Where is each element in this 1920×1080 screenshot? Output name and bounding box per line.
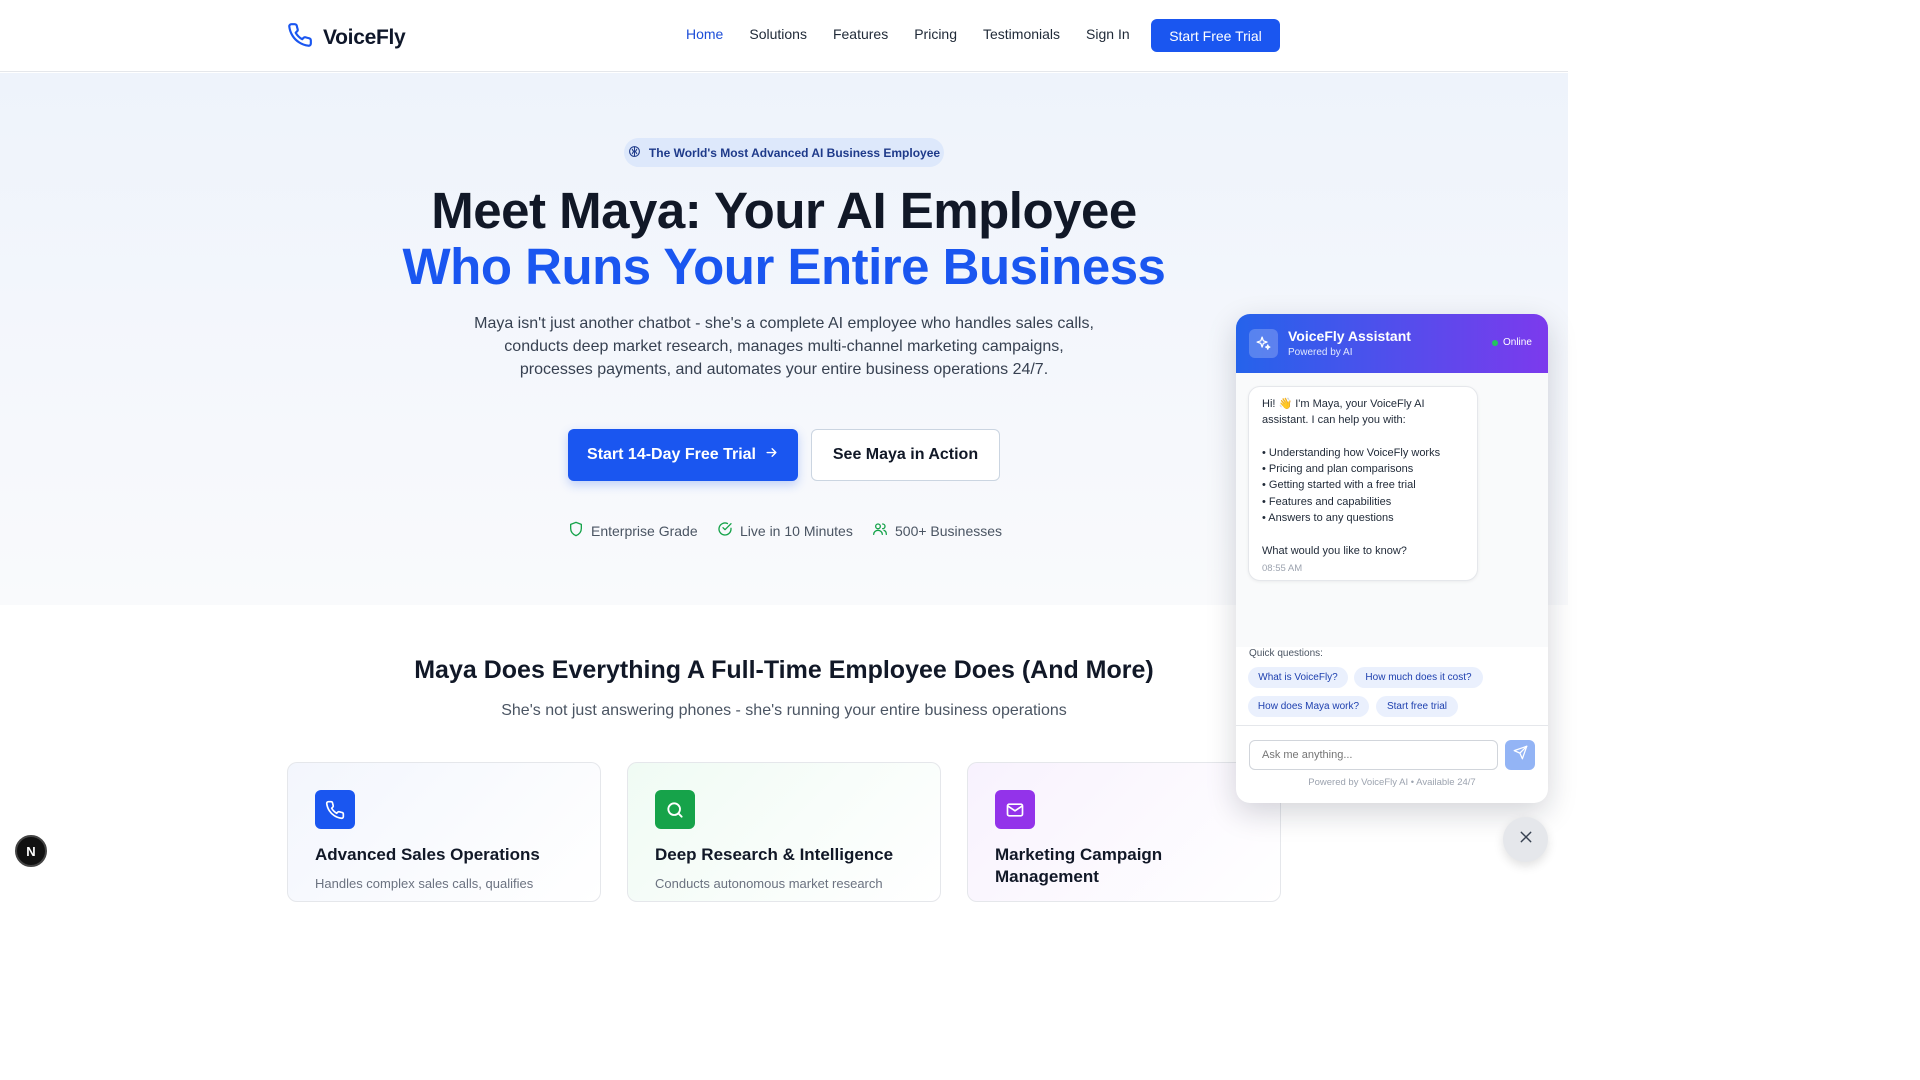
trust-businesses-label: 500+ Businesses (895, 522, 1003, 539)
see-maya-in-action-button[interactable]: See Maya in Action (811, 429, 1000, 481)
start-14-day-trial-label: Start 14-Day Free Trial (587, 446, 756, 463)
trust-enterprise-label: Enterprise Grade (591, 522, 698, 539)
assistant-message: Hi! 👋 I'm Maya, your VoiceFly AI assista… (1248, 386, 1478, 581)
start-free-trial-button[interactable]: Start Free Trial (1151, 19, 1280, 52)
nav-link-pricing[interactable]: Pricing (914, 26, 957, 42)
message-item: • Getting started with a free trial (1262, 479, 1416, 492)
nav-link-sign-in[interactable]: Sign In (1086, 26, 1130, 42)
feature-card-sales: Advanced Sales Operations Handles comple… (287, 762, 601, 902)
close-chat-button[interactable] (1503, 817, 1548, 862)
brand-name: VoiceFly (323, 25, 406, 49)
mail-icon (995, 790, 1035, 829)
nav-link-solutions[interactable]: Solutions (749, 26, 807, 42)
feature-card-desc: Handles complex sales calls, qualifies (315, 876, 534, 891)
feature-card-research: Deep Research & Intelligence Conducts au… (627, 762, 941, 902)
chat-input[interactable] (1249, 740, 1498, 770)
trust-enterprise: Enterprise Grade (568, 521, 698, 540)
send-icon (1513, 745, 1528, 765)
online-dot-icon (1492, 339, 1498, 346)
phone-icon (315, 790, 355, 829)
arrow-right-icon (764, 445, 779, 465)
chat-footer: Powered by VoiceFly AI • Available 24/7 (1308, 777, 1476, 788)
chat-header: VoiceFly Assistant Powered by AI Online (1236, 314, 1548, 373)
feature-card-title: Deep Research & Intelligence (655, 845, 894, 864)
message-question: What would you like to know? (1262, 544, 1407, 557)
message-item: • Features and capabilities (1262, 495, 1392, 508)
chat-status-label: Online (1503, 337, 1532, 348)
users-icon (872, 521, 888, 540)
feature-card-desc: Conducts autonomous market research (655, 876, 883, 891)
quick-question-chip[interactable]: How much does it cost? (1354, 667, 1483, 688)
nav-link-home[interactable]: Home (686, 26, 723, 42)
feature-card-marketing: Marketing Campaign Management (967, 762, 1281, 902)
phone-icon (287, 22, 313, 53)
chat-powered-by: Powered by AI (1288, 347, 1353, 358)
nav-link-testimonials[interactable]: Testimonials (983, 26, 1060, 42)
quick-question-chip[interactable]: Start free trial (1376, 696, 1458, 717)
hero-badge-text: The World's Most Advanced AI Business Em… (648, 145, 941, 160)
chat-messages: Hi! 👋 I'm Maya, your VoiceFly AI assista… (1236, 373, 1548, 647)
dev-tools-badge[interactable]: N (15, 835, 47, 867)
trust-live: Live in 10 Minutes (717, 521, 853, 540)
chat-divider (1236, 725, 1548, 726)
feature-card-title: Advanced Sales Operations (315, 845, 540, 864)
send-button[interactable] (1505, 740, 1535, 770)
chat-title: VoiceFly Assistant (1288, 328, 1411, 344)
brand-logo[interactable]: VoiceFly (287, 22, 406, 53)
search-icon (655, 790, 695, 829)
sparkles-icon (1249, 329, 1278, 358)
chat-status: Online (1492, 337, 1532, 348)
shield-icon (568, 521, 584, 540)
message-item: • Pricing and plan comparisons (1262, 463, 1414, 476)
close-icon (1518, 829, 1534, 850)
feature-card-title: Marketing Campaign Management (995, 845, 1163, 886)
check-circle-icon (717, 521, 733, 540)
quick-question-chip[interactable]: How does Maya work? (1248, 696, 1369, 717)
brain-icon (628, 145, 641, 161)
trust-live-label: Live in 10 Minutes (740, 522, 853, 539)
nav-links: Home Solutions Features Pricing Testimon… (686, 26, 1130, 42)
chat-widget: VoiceFly Assistant Powered by AI Online … (1236, 314, 1548, 803)
hero-badge: The World's Most Advanced AI Business Em… (624, 138, 944, 167)
hero-title-line2: Who Runs Your Entire Business (402, 238, 1166, 295)
top-navbar: VoiceFly Home Solutions Features Pricing… (0, 0, 1568, 72)
quick-question-chip[interactable]: What is VoiceFly? (1248, 667, 1348, 688)
message-intro: Hi! 👋 I'm Maya, your VoiceFly AI assista… (1262, 398, 1425, 427)
hero-lead: Maya isn't just another chatbot - she's … (474, 315, 1094, 378)
trust-businesses: 500+ Businesses (872, 521, 1002, 540)
nav-link-features[interactable]: Features (833, 26, 888, 42)
quick-questions-label: Quick questions: (1249, 648, 1323, 659)
hero-title-line1: Meet Maya: Your AI Employee (431, 182, 1137, 239)
message-item: • Answers to any questions (1262, 512, 1394, 525)
message-timestamp: 08:55 AM (1262, 562, 1303, 574)
message-item: • Understanding how VoiceFly works (1262, 446, 1441, 459)
start-14-day-trial-button[interactable]: Start 14-Day Free Trial (568, 429, 798, 481)
